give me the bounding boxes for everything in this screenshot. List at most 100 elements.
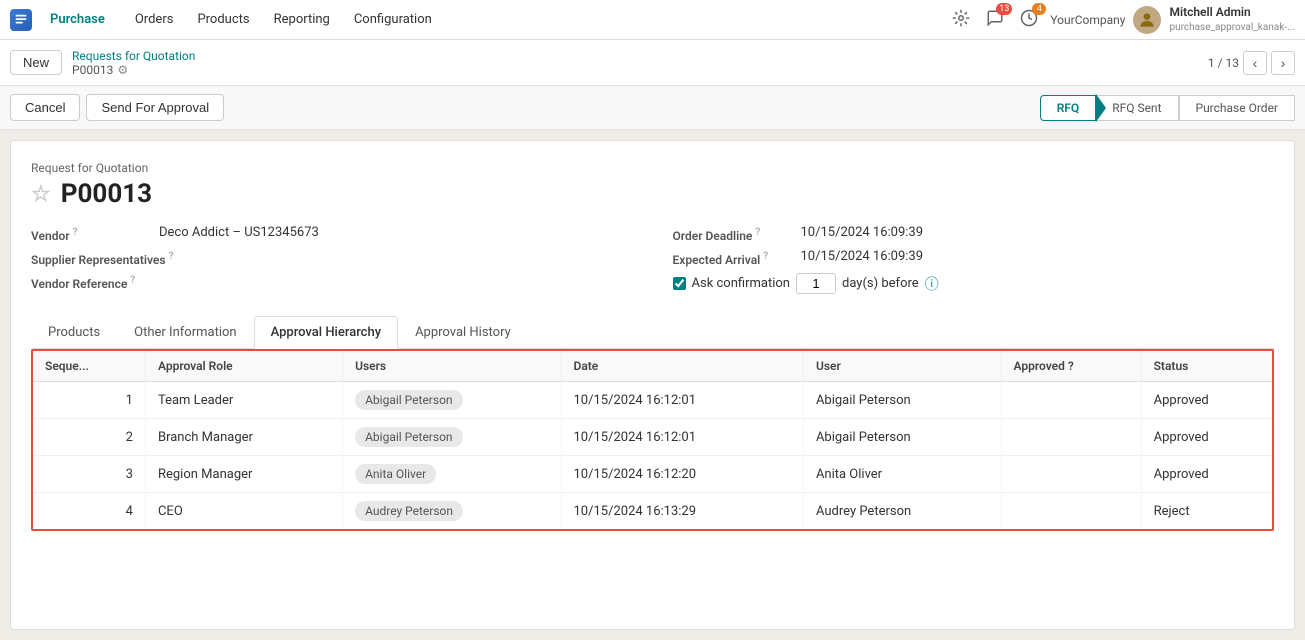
cell-user-2: Anita Oliver [803, 456, 1001, 493]
cell-date-1[interactable]: 10/15/2024 16:12:01 [561, 419, 803, 456]
form-subtitle: Request for Quotation [31, 161, 1274, 175]
status-pipeline: RFQ RFQ Sent Purchase Order [1040, 95, 1295, 121]
vendor-ref-label: Vendor Reference ? [31, 273, 151, 291]
left-fields: Vendor ? Deco Addict – US12345673 Suppli… [31, 225, 633, 300]
col-date: Date [561, 351, 803, 382]
col-seq: Seque... [33, 351, 145, 382]
action-buttons: Cancel Send For Approval [10, 94, 224, 121]
bug-button[interactable] [948, 5, 974, 35]
user-name: Mitchell Admin [1169, 5, 1295, 21]
activity-badge: 4 [1032, 3, 1046, 15]
cell-date-2[interactable]: 10/15/2024 16:12:20 [561, 456, 803, 493]
cell-date-3[interactable]: 10/15/2024 16:13:29 [561, 493, 803, 530]
cell-seq-0: 1 [33, 382, 145, 419]
expected-arrival-help-icon[interactable]: ? [763, 251, 768, 262]
table-body: 1 Team Leader Abigail Peterson 10/15/202… [33, 382, 1272, 530]
next-record-button[interactable]: › [1271, 51, 1295, 75]
user-role: purchase_approval_kanak-... [1169, 21, 1295, 34]
col-user: User [803, 351, 1001, 382]
col-status: Status [1141, 351, 1272, 382]
vendor-help-icon[interactable]: ? [73, 227, 78, 238]
breadcrumb-id: P00013 [72, 63, 113, 77]
user-badge-3: Audrey Peterson [355, 501, 463, 521]
nav-right: 13 4 YourCompany Mitchell Admin purchase… [948, 5, 1295, 35]
cell-user-3: Audrey Peterson [803, 493, 1001, 530]
vendor-value[interactable]: Deco Addict – US12345673 [159, 225, 319, 240]
order-deadline-value[interactable]: 10/15/2024 16:09:39 [801, 225, 924, 240]
activity-button[interactable]: 4 [1016, 5, 1042, 35]
col-approval-role: Approval Role [145, 351, 342, 382]
user-avatar [1133, 6, 1161, 34]
cancel-button[interactable]: Cancel [10, 94, 80, 121]
supplier-row: Supplier Representatives ? [31, 249, 633, 267]
nav-configuration[interactable]: Configuration [342, 0, 444, 40]
ask-confirmation-checkbox-row: Ask confirmation day(s) before ⓘ [673, 273, 939, 294]
vendor-row: Vendor ? Deco Addict – US12345673 [31, 225, 633, 243]
record-number: P00013 [61, 179, 152, 209]
vendor-ref-help-icon[interactable]: ? [130, 275, 135, 286]
tab-approval-hierarchy[interactable]: Approval Hierarchy [254, 316, 398, 349]
pipeline-rfq-sent[interactable]: RFQ Sent [1095, 95, 1178, 121]
order-deadline-help-icon[interactable]: ? [755, 227, 760, 238]
cell-status-1: Approved [1141, 419, 1272, 456]
action-bar: Cancel Send For Approval RFQ RFQ Sent Pu… [0, 86, 1305, 130]
nav-purchase[interactable]: Purchase [38, 0, 117, 40]
cell-date-0[interactable]: 10/15/2024 16:12:01 [561, 382, 803, 419]
cell-users-3: Audrey Peterson [343, 493, 561, 530]
pipeline-rfq[interactable]: RFQ [1040, 95, 1096, 121]
record-counter: 1 / 13 [1208, 56, 1239, 70]
cell-approved-3 [1001, 493, 1141, 530]
form-title: ☆ P00013 [31, 179, 1274, 209]
breadcrumb-left: New Requests for Quotation P00013 ⚙ [10, 49, 195, 77]
settings-icon[interactable]: ⚙ [117, 63, 128, 77]
cell-approved-0 [1001, 382, 1141, 419]
table-row: 1 Team Leader Abigail Peterson 10/15/202… [33, 382, 1272, 419]
right-fields: Order Deadline ? 10/15/2024 16:09:39 Exp… [673, 225, 1275, 300]
cell-status-3: Reject [1141, 493, 1272, 530]
cell-user-0: Abigail Peterson [803, 382, 1001, 419]
tab-other-information[interactable]: Other Information [117, 316, 253, 349]
expected-arrival-row: Expected Arrival ? 10/15/2024 16:09:39 [673, 249, 1275, 267]
cell-status-0: Approved [1141, 382, 1272, 419]
nav-menu: Orders Products Reporting Configuration [123, 0, 444, 40]
ask-confirmation-row: Ask confirmation day(s) before ⓘ [673, 273, 1275, 294]
ask-confirmation-label: Ask confirmation [692, 276, 791, 291]
col-users: Users [343, 351, 561, 382]
nav-orders[interactable]: Orders [123, 0, 186, 40]
nav-products[interactable]: Products [185, 0, 261, 40]
expected-arrival-value[interactable]: 10/15/2024 16:09:39 [801, 249, 924, 264]
table-row: 4 CEO Audrey Peterson 10/15/2024 16:13:2… [33, 493, 1272, 530]
tab-products[interactable]: Products [31, 316, 117, 349]
nav-reporting[interactable]: Reporting [262, 0, 342, 40]
cell-approved-1 [1001, 419, 1141, 456]
user-badge-1: Abigail Peterson [355, 427, 462, 447]
navigation-arrows: 1 / 13 ‹ › [1208, 51, 1295, 75]
order-deadline-label: Order Deadline ? [673, 225, 793, 243]
prev-record-button[interactable]: ‹ [1243, 51, 1267, 75]
days-input[interactable] [796, 273, 836, 294]
user-info: Mitchell Admin purchase_approval_kanak-.… [1169, 5, 1295, 34]
order-deadline-row: Order Deadline ? 10/15/2024 16:09:39 [673, 225, 1275, 243]
form-fields: Vendor ? Deco Addict – US12345673 Suppli… [31, 225, 1274, 300]
supplier-label: Supplier Representatives ? [31, 249, 173, 267]
cell-users-2: Anita Oliver [343, 456, 561, 493]
table-row: 3 Region Manager Anita Oliver 10/15/2024… [33, 456, 1272, 493]
approval-table-container: Seque... Approval Role Users Date User A… [31, 349, 1274, 531]
supplier-help-icon[interactable]: ? [169, 251, 174, 262]
ask-confirmation-checkbox[interactable] [673, 277, 686, 290]
favorite-star-icon[interactable]: ☆ [31, 182, 51, 207]
cell-role-2: Region Manager [145, 456, 342, 493]
cell-role-3: CEO [145, 493, 342, 530]
send-for-approval-button[interactable]: Send For Approval [86, 94, 224, 121]
breadcrumb-parent[interactable]: Requests for Quotation [72, 49, 195, 63]
breadcrumb-bar: New Requests for Quotation P00013 ⚙ 1 / … [0, 40, 1305, 86]
cell-users-1: Abigail Peterson [343, 419, 561, 456]
cell-approved-2 [1001, 456, 1141, 493]
chat-button[interactable]: 13 [982, 5, 1008, 35]
cell-user-1: Abigail Peterson [803, 419, 1001, 456]
info-icon[interactable]: ⓘ [925, 274, 939, 294]
cell-seq-1: 2 [33, 419, 145, 456]
tab-approval-history[interactable]: Approval History [398, 316, 528, 349]
pipeline-purchase-order[interactable]: Purchase Order [1179, 95, 1296, 121]
new-button[interactable]: New [10, 50, 62, 75]
